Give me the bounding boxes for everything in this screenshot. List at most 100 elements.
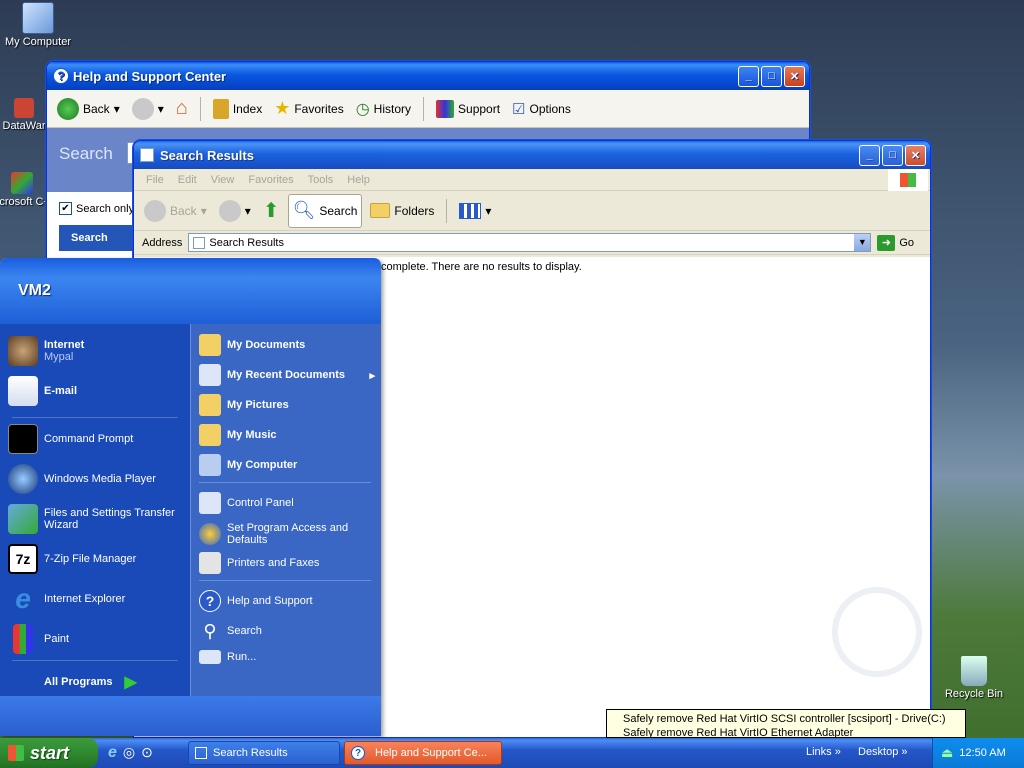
support-button[interactable]: Support [432, 98, 504, 120]
clock[interactable]: 12:50 AM [959, 747, 1005, 759]
index-button[interactable]: Index [209, 97, 266, 121]
recent-command-prompt[interactable]: Command Prompt [8, 424, 133, 454]
folders-label: Folders [394, 203, 435, 218]
home-button[interactable]: ⌂ [172, 95, 192, 122]
close-button[interactable]: ✕ [905, 144, 926, 166]
pinned-email[interactable]: E-mail [8, 376, 77, 406]
place-my-pictures[interactable]: My Pictures [199, 394, 289, 416]
links-toolbar[interactable]: Links » [806, 746, 841, 758]
seven-zip-icon: 7z [8, 544, 38, 574]
mail-icon [8, 376, 38, 406]
media-player-icon[interactable]: ⊙ [141, 744, 153, 762]
back-button[interactable]: Back ▾ [140, 198, 211, 224]
options-button[interactable]: ☑ Options [508, 98, 575, 120]
all-programs-label: All Programs [44, 676, 113, 688]
documents-folder-icon [199, 334, 221, 356]
minimize-button[interactable]: _ [738, 65, 759, 87]
menu-tools[interactable]: Tools [308, 174, 334, 186]
recent-windows-media-player[interactable]: Windows Media Player [8, 464, 156, 494]
forward-arrow-icon [218, 199, 241, 222]
menu-file[interactable]: File [146, 174, 164, 186]
recent-paint[interactable]: Paint [8, 624, 69, 654]
system-label: Set Program Access and Defaults [227, 522, 349, 546]
media-player-icon [8, 464, 38, 494]
menu-help[interactable]: Help [347, 174, 370, 186]
task-label: Search Results [213, 747, 288, 759]
help-toolbar: Back ▾ ▾ ⌂ Index ★ Favorites ◷ History Sup… [47, 90, 809, 128]
search-toggle-button[interactable]: 🔍︎ Search [287, 193, 363, 228]
address-input[interactable]: Search Results ▼ [188, 233, 872, 252]
window-title: Search Results [160, 147, 254, 163]
start-menu-footer [0, 696, 381, 736]
help-search-button[interactable]: Search [59, 225, 137, 251]
views-button[interactable]: ▾ [455, 201, 495, 221]
up-folder-button[interactable]: ⬆ [259, 196, 284, 225]
recent-internet-explorer[interactable]: e Internet Explorer [8, 583, 125, 614]
raccoon-icon [8, 336, 38, 366]
close-button[interactable]: ✕ [784, 65, 805, 87]
desktop-icon-recycle-bin[interactable]: Recycle Bin [934, 656, 1014, 700]
start-label: start [30, 742, 70, 763]
folders-button[interactable]: Folders [366, 201, 438, 220]
search-window-titlebar[interactable]: Search Results _ □ ✕ [134, 141, 930, 169]
menu-bar: File Edit View Favorites Tools Help [134, 169, 930, 191]
computer-icon [199, 454, 221, 476]
recent-label: Files and Settings Transfer Wizard [44, 507, 175, 531]
views-icon [459, 202, 482, 219]
system-label: Control Panel [227, 497, 294, 509]
place-my-computer[interactable]: My Computer [199, 454, 297, 476]
place-my-music[interactable]: My Music [199, 424, 277, 446]
place-my-recent-documents[interactable]: My Recent Documents ▸ [199, 364, 375, 386]
task-help-support[interactable]: ? Help and Support Ce... [344, 741, 502, 765]
music-folder-icon [199, 424, 221, 446]
green-arrow-icon: ▶ [124, 674, 137, 691]
back-button[interactable]: Back ▾ [53, 96, 124, 122]
safely-remove-hardware-icon[interactable]: ⏏ [941, 745, 953, 761]
desktop-toolbar[interactable]: Desktop » [858, 746, 908, 758]
transfer-wizard-icon [8, 504, 38, 534]
address-dropdown-button[interactable]: ▼ [854, 234, 871, 251]
system-control-panel[interactable]: Control Panel [199, 492, 294, 514]
forward-button[interactable]: ▾ [215, 198, 255, 224]
system-search[interactable]: ⚲ Search [199, 620, 261, 642]
all-programs-button[interactable]: All Programs ▶ [44, 672, 137, 692]
history-button[interactable]: ◷ History [352, 97, 415, 121]
favorites-button[interactable]: ★ Favorites [270, 96, 348, 121]
mypal-icon[interactable]: ◎ [123, 744, 135, 762]
help-window-titlebar[interactable]: ? Help and Support Center _ □ ✕ [47, 62, 809, 90]
options-icon: ☑ [512, 100, 526, 118]
search-only-label: Search only [76, 202, 135, 215]
search-only-checkbox[interactable]: ✔ [59, 202, 72, 215]
menu-view[interactable]: View [211, 174, 235, 186]
go-button[interactable]: ➜ Go [877, 234, 930, 251]
menu-edit[interactable]: Edit [178, 174, 197, 186]
tooltip-line-1: Safely remove Red Hat VirtIO SCSI contro… [623, 713, 946, 725]
system-run[interactable]: Run... [199, 650, 256, 664]
system-printers-faxes[interactable]: Printers and Faxes [199, 552, 319, 574]
desktop-icon-my-computer[interactable]: My Computer [0, 2, 78, 48]
computer-icon [22, 2, 54, 34]
start-button[interactable]: start [0, 738, 98, 768]
pinned-internet[interactable]: Internet Mypal [8, 336, 84, 366]
task-search-results[interactable]: Search Results [188, 741, 340, 765]
windows-logo-icon [888, 169, 928, 191]
back-arrow-icon [144, 199, 166, 222]
maximize-button[interactable]: □ [761, 65, 782, 87]
place-my-documents[interactable]: My Documents [199, 334, 305, 356]
search-results-icon [195, 747, 207, 759]
ie-icon[interactable]: e [108, 744, 117, 762]
recent-7zip[interactable]: 7z 7-Zip File Manager [8, 544, 136, 574]
menu-favorites[interactable]: Favorites [248, 174, 293, 186]
submenu-arrow-icon: ▸ [369, 369, 375, 382]
recent-files-transfer-wizard[interactable]: Files and Settings Transfer Wizard [8, 504, 184, 534]
forward-button[interactable]: ▾ [128, 96, 168, 122]
minimize-button[interactable]: _ [859, 144, 880, 166]
star-icon: ★ [274, 98, 291, 118]
system-help-support[interactable]: ? Help and Support [199, 590, 313, 612]
help-icon: ? [199, 590, 221, 612]
system-program-access[interactable]: Set Program Access and Defaults [199, 522, 357, 546]
app-icon [11, 172, 33, 194]
address-bar: Address Search Results ▼ ➜ Go [134, 231, 930, 255]
watermark-magnifier-icon [832, 587, 922, 677]
maximize-button[interactable]: □ [882, 144, 903, 166]
